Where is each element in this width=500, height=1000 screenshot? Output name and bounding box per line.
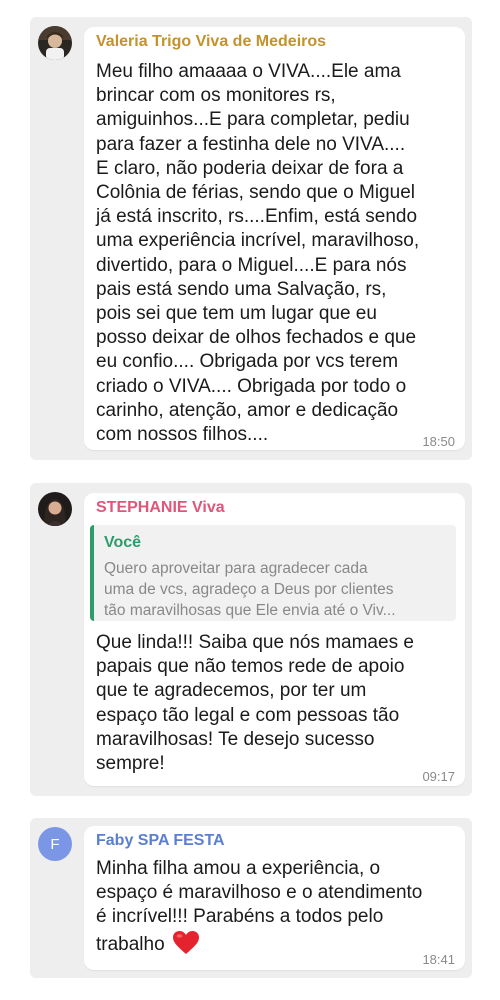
message-line: divertido, para o Miguel....E para nós [96, 254, 407, 276]
message-line: carinho, atenção, amor e dedicação [96, 399, 399, 421]
message-line: Colônia de férias, sendo que o Miguel [96, 182, 415, 204]
message-card: Valeria Trigo Viva de Medeiros Meu filho… [30, 17, 472, 460]
message-line: Meu filho amaaaa o VIVA....Ele ama [96, 61, 401, 82]
sender-name[interactable]: Valeria Trigo Viva de Medeiros [96, 33, 326, 51]
message-line: espaço tão legal e com pessoas tão [96, 704, 400, 726]
message-line: E claro, não poderia deixar de fora a [96, 157, 404, 179]
avatar[interactable] [38, 492, 72, 526]
message-line: uma experiência incrível, maravilhoso, [96, 230, 420, 252]
quote-line: uma de vcs, agradeço a Deus por clientes [104, 581, 394, 598]
message-line: brincar com os monitores rs, [96, 85, 336, 107]
message-text[interactable]: Meu filho amaaaa o VIVA....Ele ama brinc… [96, 60, 455, 447]
message-line: maravilhosas! Te desejo sucesso [96, 728, 375, 750]
message-line: espaço é maravilhoso e o atendimento [96, 882, 423, 904]
message-timestamp: 18:50 [422, 434, 455, 449]
message-timestamp: 09:17 [422, 769, 455, 784]
quote-line: Quero aproveitar para agradecer cada [104, 560, 368, 577]
message-line: com nossos filhos.... [96, 424, 269, 446]
message-line: criado o VIVA.... Obrigada por todo o [96, 375, 407, 397]
message-line: pais está sendo uma Salvação, rs, [96, 278, 387, 300]
quote-line: tão maravilhosas que Ele envia até o Viv… [104, 602, 396, 619]
avatar[interactable]: F [38, 827, 72, 861]
quote-author: Você [104, 534, 142, 551]
message-line: posso deixar de olhos fechados e que [96, 327, 417, 349]
avatar-photo-icon [38, 26, 72, 60]
message-line: Minha filha amou a experiência, o [96, 858, 381, 879]
message-line: trabalho [96, 933, 165, 955]
message-line: que te agradecemos, por ter um [96, 680, 367, 702]
message-text[interactable]: Que linda!!! Saiba que nós mamaes e papa… [96, 631, 455, 776]
avatar-initial: F [50, 835, 60, 853]
message-timestamp: 18:41 [422, 952, 455, 967]
message-bubble[interactable]: STEPHANIE Viva Você Quero aproveitar par… [84, 493, 465, 786]
quote-accent-bar [90, 525, 94, 621]
message-line-with-emoji: trabalho [96, 930, 455, 962]
message-line: para fazer a festinha dele no VIVA.... [96, 133, 406, 155]
sender-name[interactable]: STEPHANIE Viva [96, 499, 225, 517]
avatar[interactable] [38, 26, 72, 60]
message-card: F Faby SPA FESTA Minha filha amou a expe… [30, 818, 472, 978]
message-line: amiguinhos...E para completar, pediu [96, 109, 410, 131]
sender-name[interactable]: Faby SPA FESTA [96, 832, 225, 850]
message-line: pois sei que tem um lugar que eu [96, 303, 377, 325]
message-text[interactable]: Minha filha amou a experiência, o espaço… [96, 857, 455, 962]
quote-text: Quero aproveitar para agradecer cada uma… [104, 558, 444, 621]
message-bubble[interactable]: Faby SPA FESTA Minha filha amou a experi… [84, 826, 465, 970]
message-bubble[interactable]: Valeria Trigo Viva de Medeiros Meu filho… [84, 27, 465, 450]
avatar-photo-icon [38, 492, 72, 526]
message-line: papais que não temos rede de apoio [96, 656, 405, 678]
heart-emoji-icon [172, 930, 200, 962]
message-line: Que linda!!! Saiba que nós mamaes e [96, 632, 414, 653]
quoted-message[interactable]: Você Quero aproveitar para agradecer cad… [90, 525, 456, 621]
message-line: eu confio.... Obrigada por vcs terem [96, 351, 399, 373]
message-line: já está inscrito, rs....Enfim, está send… [96, 206, 418, 228]
message-line: é incrível!!! Parabéns a todos pelo [96, 906, 384, 928]
message-card: STEPHANIE Viva Você Quero aproveitar par… [30, 483, 472, 796]
message-line: sempre! [96, 753, 165, 775]
